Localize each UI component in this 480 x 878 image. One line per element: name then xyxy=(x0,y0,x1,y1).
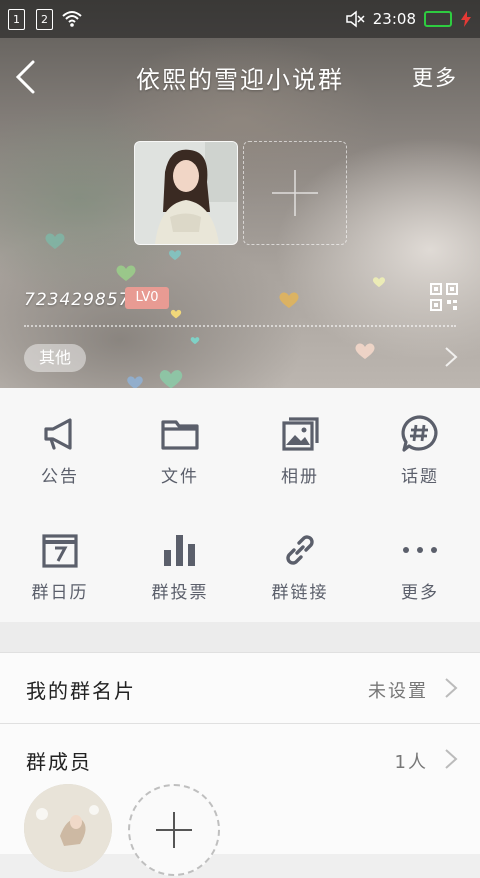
chevron-right-icon xyxy=(445,678,458,698)
tool-link[interactable]: 群链接 xyxy=(240,530,360,630)
heart-icon xyxy=(190,330,200,349)
tool-calendar[interactable]: 群日历 xyxy=(0,530,120,630)
plus-icon xyxy=(272,170,318,216)
tool-topics[interactable]: 话题 xyxy=(360,414,480,514)
portrait-image xyxy=(135,142,237,244)
category-tag[interactable]: 其他 xyxy=(24,344,86,372)
row-label: 我的群名片 xyxy=(26,679,136,703)
tool-label: 话题 xyxy=(401,467,439,487)
tool-label: 公告 xyxy=(41,467,79,487)
heart-icon xyxy=(158,368,184,388)
section-gap xyxy=(0,622,480,652)
heart-icon xyxy=(354,342,376,364)
megaphone-icon xyxy=(44,418,72,450)
calendar-icon xyxy=(42,534,78,568)
tool-files[interactable]: 文件 xyxy=(120,414,240,514)
battery-icon xyxy=(424,11,452,27)
row-value: 未设置 xyxy=(368,681,428,702)
more-dots-icon xyxy=(403,547,437,553)
heart-icon xyxy=(126,375,144,388)
nav-bar: 依熙的雪迎小说群 更多 xyxy=(0,38,480,114)
more-button[interactable]: 更多 xyxy=(412,62,458,92)
link-icon xyxy=(286,535,314,565)
divider xyxy=(24,325,456,327)
tool-more[interactable]: 更多 xyxy=(360,530,480,630)
tool-label: 相册 xyxy=(281,467,319,487)
tool-label: 群链接 xyxy=(271,583,329,603)
tool-album[interactable]: 相册 xyxy=(240,414,360,514)
sim2-icon: 2 xyxy=(36,9,53,30)
mute-icon xyxy=(346,10,365,28)
heart-icon xyxy=(115,264,137,286)
level-badge: LV0 xyxy=(125,287,169,309)
tool-vote[interactable]: 群投票 xyxy=(120,530,240,630)
add-member-button[interactable] xyxy=(128,784,220,876)
album-icon xyxy=(282,417,319,451)
heart-icon xyxy=(278,291,300,313)
row-label: 群成员 xyxy=(26,750,92,774)
bar-chart-icon xyxy=(164,535,195,566)
charging-icon xyxy=(461,11,471,27)
hashtag-chat-icon xyxy=(401,415,438,452)
group-tools-grid: 公告 文件 相册 话题 群日历 群投票 群链接 更多 xyxy=(0,388,480,622)
heart-icon xyxy=(170,304,182,323)
clock: 23:08 xyxy=(372,10,416,28)
status-bar: 1 2 23:08 xyxy=(0,0,480,38)
add-photo-button[interactable] xyxy=(243,141,347,245)
member-count: 1人 xyxy=(394,752,428,773)
member-avatar[interactable] xyxy=(24,784,112,872)
group-avatar-photo[interactable] xyxy=(134,141,238,245)
page-title: 依熙的雪迎小说群 xyxy=(136,66,344,94)
sim1-icon: 1 xyxy=(8,9,25,30)
tool-label: 群投票 xyxy=(151,583,209,603)
chevron-right-icon xyxy=(445,749,458,769)
avatar-image xyxy=(24,784,112,872)
tool-label: 文件 xyxy=(161,467,199,487)
my-group-card-row[interactable]: 我的群名片 未设置 xyxy=(0,652,480,723)
wifi-icon xyxy=(62,11,82,27)
tool-label: 群日历 xyxy=(31,583,89,603)
folder-icon xyxy=(161,420,199,450)
chevron-right-icon[interactable] xyxy=(444,346,458,368)
qr-code-icon[interactable] xyxy=(430,283,458,311)
heart-icon xyxy=(44,232,66,254)
tool-label: 更多 xyxy=(401,583,439,603)
heart-icon xyxy=(168,246,182,265)
group-id: 723429857 xyxy=(24,290,131,310)
tool-announcement[interactable]: 公告 xyxy=(0,414,120,514)
heart-icon xyxy=(372,273,386,292)
plus-icon xyxy=(156,812,192,848)
